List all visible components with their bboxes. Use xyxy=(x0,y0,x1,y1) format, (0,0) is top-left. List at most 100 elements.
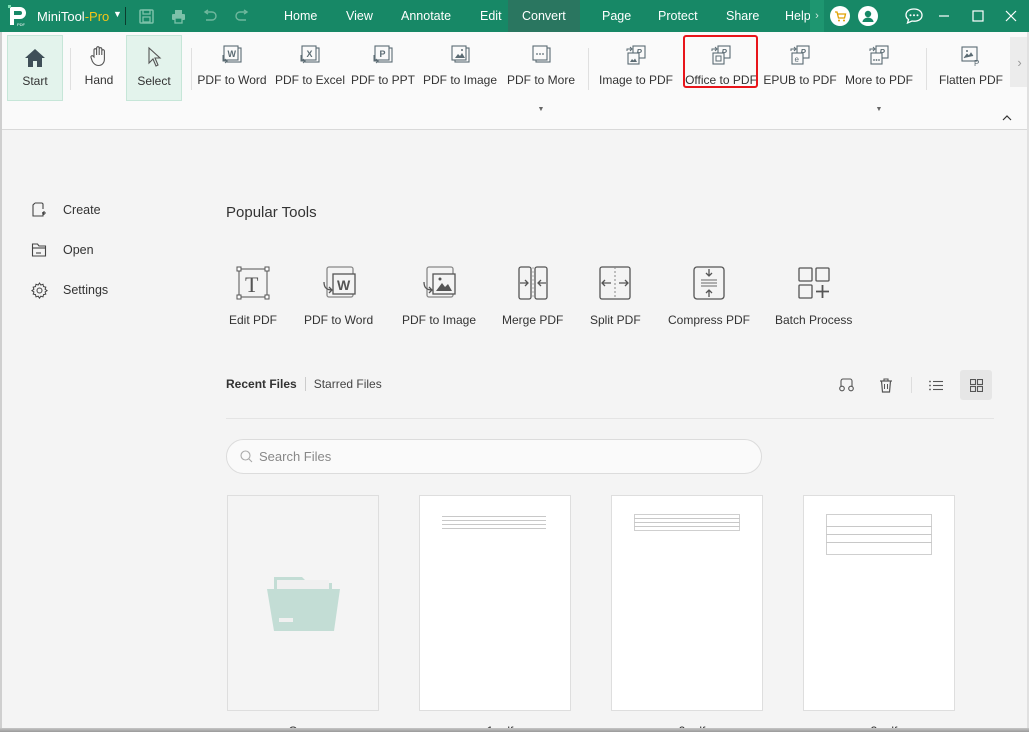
delete-button[interactable] xyxy=(870,370,902,400)
cart-button[interactable] xyxy=(830,6,850,26)
tool-merge-pdf[interactable]: Merge PDF xyxy=(502,265,563,327)
list-view-button[interactable] xyxy=(920,370,952,400)
titlebar-separator xyxy=(125,7,126,25)
dropdown-caret-icon: ▼ xyxy=(537,106,545,113)
ribbon-epub-to-pdf-button[interactable]: Pe EPUB to PDF xyxy=(763,35,837,101)
undo-button[interactable] xyxy=(201,7,219,25)
menu-scroll-right-button[interactable]: › xyxy=(810,0,824,32)
print-icon xyxy=(171,9,185,24)
thumbnail-text-line xyxy=(826,526,932,527)
svg-text:e: e xyxy=(795,55,800,64)
list-view-icon xyxy=(929,380,943,390)
maximize-icon xyxy=(972,10,984,22)
app-name-edition: -Pro xyxy=(84,9,110,24)
tab-recent-files[interactable]: Recent Files xyxy=(226,377,297,391)
compress-icon xyxy=(693,266,725,300)
svg-text:PDF: PDF xyxy=(17,22,26,27)
grid-view-button[interactable] xyxy=(960,370,992,400)
file-card-label: ...1.pdf xyxy=(419,718,571,728)
thumbnail-text-line xyxy=(442,528,546,529)
ribbon-label: EPUB to PDF xyxy=(763,73,837,87)
menu-help[interactable]: Help xyxy=(773,0,810,32)
epub-to-pdf-icon: Pe xyxy=(790,45,810,65)
menu-home[interactable]: Home xyxy=(272,0,329,32)
svg-text:W: W xyxy=(228,49,237,59)
pdf-to-image-icon xyxy=(451,45,470,63)
tab-starred-files[interactable]: Starred Files xyxy=(314,377,382,391)
batch-icon xyxy=(798,267,830,299)
save-button[interactable] xyxy=(137,7,155,25)
ribbon-office-to-pdf-button[interactable]: P Office to PDF xyxy=(682,35,760,101)
sidebar-label: Create xyxy=(63,203,101,217)
feedback-button[interactable] xyxy=(904,6,924,26)
account-button[interactable] xyxy=(858,6,878,26)
thumbnail-text-line xyxy=(634,522,740,523)
recent-file-card[interactable] xyxy=(419,495,571,711)
sidebar-item-create[interactable]: Create xyxy=(30,200,101,220)
folder-icon xyxy=(31,243,47,257)
app-menu-dropdown[interactable]: ▼ xyxy=(113,9,122,19)
collapse-ribbon-button[interactable] xyxy=(1002,112,1012,124)
minimize-icon xyxy=(939,15,949,17)
home-icon xyxy=(25,49,45,67)
save-icon xyxy=(138,8,154,24)
menu-protect[interactable]: Protect xyxy=(646,0,710,32)
ribbon-start-button[interactable]: Start xyxy=(7,35,63,101)
print-button[interactable] xyxy=(169,7,187,25)
window-left-border xyxy=(0,32,2,732)
minimize-button[interactable] xyxy=(926,0,962,32)
menu-annotate[interactable]: Annotate xyxy=(389,0,463,32)
svg-text:P: P xyxy=(974,59,979,67)
ribbon-hand-button[interactable]: Hand xyxy=(76,35,122,101)
glasses-icon xyxy=(839,378,854,392)
window-bottom-border xyxy=(0,728,1029,732)
thumbnail-text-line xyxy=(442,520,546,521)
open-folder-icon xyxy=(267,577,340,631)
search-files-input[interactable] xyxy=(259,449,739,464)
menu-convert[interactable]: Convert xyxy=(508,0,580,32)
menu-share[interactable]: Share xyxy=(714,0,771,32)
recent-file-card[interactable] xyxy=(611,495,763,711)
ribbon-label: Office to PDF xyxy=(685,73,757,87)
ribbon-pdf-to-image-button[interactable]: PDF to Image xyxy=(421,35,499,101)
ribbon-label: PDF to Image xyxy=(422,73,498,87)
gear-icon xyxy=(30,281,48,299)
tool-label: Batch Process xyxy=(775,313,853,327)
undo-icon xyxy=(203,8,217,21)
app-logo-icon: PDF xyxy=(8,5,26,27)
tool-pdf-to-image[interactable]: PDF to Image xyxy=(402,265,476,327)
cart-icon xyxy=(830,6,850,26)
ribbon-pdf-to-ppt-button[interactable]: P PDF to PPT xyxy=(351,35,415,101)
menu-edit[interactable]: Edit xyxy=(468,0,514,32)
clear-recent-button[interactable] xyxy=(831,370,863,400)
tool-compress-pdf[interactable]: Compress PDF xyxy=(668,265,750,327)
thumbnail-text-line xyxy=(634,526,740,527)
ribbon-pdf-to-excel-button[interactable]: X PDF to Excel xyxy=(274,35,346,101)
sidebar-item-settings[interactable]: Settings xyxy=(30,280,108,300)
ribbon-image-to-pdf-button[interactable]: P Image to PDF xyxy=(598,35,674,101)
ribbon-flatten-pdf-button[interactable]: P Flatten PDF xyxy=(936,35,1006,101)
tool-split-pdf[interactable]: Split PDF xyxy=(590,265,641,327)
recent-file-card[interactable] xyxy=(803,495,955,711)
tool-edit-pdf[interactable]: T Edit PDF xyxy=(229,265,277,327)
ribbon-pdf-to-more-button[interactable]: PDF to More ▼ xyxy=(504,35,578,113)
merge-icon xyxy=(518,266,548,300)
redo-button[interactable] xyxy=(233,7,251,25)
tool-batch-process[interactable]: Batch Process xyxy=(775,265,852,327)
ribbon-label: More to PDF xyxy=(844,73,913,87)
close-icon xyxy=(1005,10,1017,22)
close-button[interactable] xyxy=(993,0,1029,32)
tool-label: Compress PDF xyxy=(668,313,751,327)
ribbon-more-to-pdf-button[interactable]: P More to PDF ▼ xyxy=(842,35,916,113)
ribbon-select-button[interactable]: Select xyxy=(126,35,182,101)
tool-pdf-to-word[interactable]: W PDF to Word xyxy=(304,265,373,327)
menu-view[interactable]: View xyxy=(334,0,385,32)
maximize-button[interactable] xyxy=(960,0,996,32)
tool-label: PDF to Image xyxy=(402,313,477,327)
open-file-card[interactable] xyxy=(227,495,379,711)
actions-separator xyxy=(911,377,912,393)
ribbon-pdf-to-word-button[interactable]: W PDF to Word xyxy=(196,35,268,101)
sidebar-item-open[interactable]: Open xyxy=(30,240,94,260)
menu-page[interactable]: Page xyxy=(590,0,643,32)
tab-separator xyxy=(304,377,306,391)
